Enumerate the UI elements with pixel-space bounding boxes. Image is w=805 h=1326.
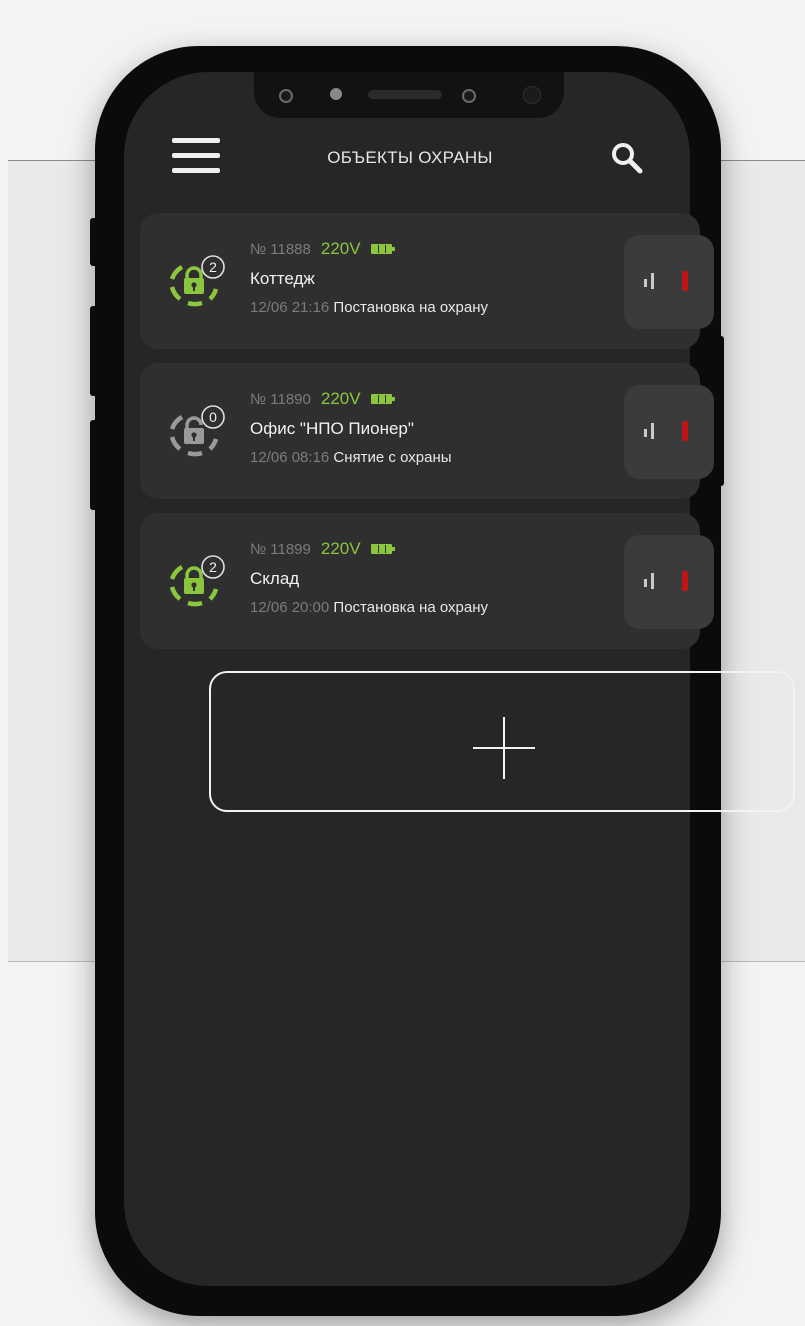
event-text: Постановка на охрану — [333, 599, 489, 616]
phone-speaker — [368, 90, 442, 99]
alarm-indicator — [682, 571, 688, 591]
object-card[interactable]: 0 № 11890 220V Офис "НПО Пионер" 12/06 0… — [140, 363, 714, 499]
front-camera — [523, 86, 541, 104]
object-control-button[interactable] — [624, 235, 714, 329]
event-time: 12/06 20:00 — [250, 599, 330, 616]
object-name: Коттедж — [250, 269, 315, 288]
page: ОБЪЕКТЫ ОХРАНЫ 2 № 11888 220V Коттедж 12… — [0, 0, 805, 1326]
voltage-status: 220V — [320, 239, 361, 258]
disarmed-lock-status-icon: 0 — [162, 399, 226, 463]
object-card[interactable]: 2 № 11899 220V Склад 12/06 20:00 Постано… — [140, 513, 714, 649]
zone-count-badge: 0 — [209, 409, 217, 425]
hamburger-menu-icon[interactable] — [172, 138, 220, 174]
voltage-status: 220V — [320, 539, 361, 558]
zone-count-badge: 2 — [209, 559, 217, 575]
signal-icon — [651, 273, 654, 289]
object-number: № 11899 — [250, 540, 311, 558]
object-control-button[interactable] — [624, 385, 714, 479]
battery-icon — [370, 544, 395, 554]
signal-icon — [644, 429, 647, 437]
signal-icon — [644, 579, 647, 587]
object-number: № 11888 — [250, 240, 311, 258]
page-title: ОБЪЕКТЫ ОХРАНЫ — [327, 148, 493, 167]
object-card[interactable]: 2 № 11888 220V Коттедж 12/06 21:16 Поста… — [140, 213, 714, 349]
event-text: Постановка на охрану — [333, 299, 489, 316]
armed-lock-status-icon: 2 — [162, 549, 226, 613]
search-icon[interactable] — [609, 140, 645, 176]
camera-dot — [330, 88, 342, 100]
alarm-indicator — [682, 271, 688, 291]
zone-count-badge: 2 — [209, 259, 217, 275]
object-number: № 11890 — [250, 390, 311, 408]
sensor-dot — [462, 89, 476, 103]
event-text: Снятие с охраны — [333, 449, 452, 466]
signal-icon — [651, 573, 654, 589]
battery-icon — [370, 394, 395, 404]
event-time: 12/06 21:16 — [250, 299, 330, 316]
sensor-dot — [279, 89, 293, 103]
add-object-button[interactable] — [209, 671, 795, 812]
plus-icon — [503, 717, 505, 779]
event-time: 12/06 08:16 — [250, 449, 330, 466]
armed-lock-status-icon: 2 — [162, 249, 226, 313]
battery-icon — [370, 244, 395, 254]
object-name: Склад — [250, 569, 300, 588]
object-name: Офис "НПО Пионер" — [250, 419, 414, 438]
alarm-indicator — [682, 421, 688, 441]
object-control-button[interactable] — [624, 535, 714, 629]
signal-icon — [651, 423, 654, 439]
voltage-status: 220V — [320, 389, 361, 408]
signal-icon — [644, 279, 647, 287]
